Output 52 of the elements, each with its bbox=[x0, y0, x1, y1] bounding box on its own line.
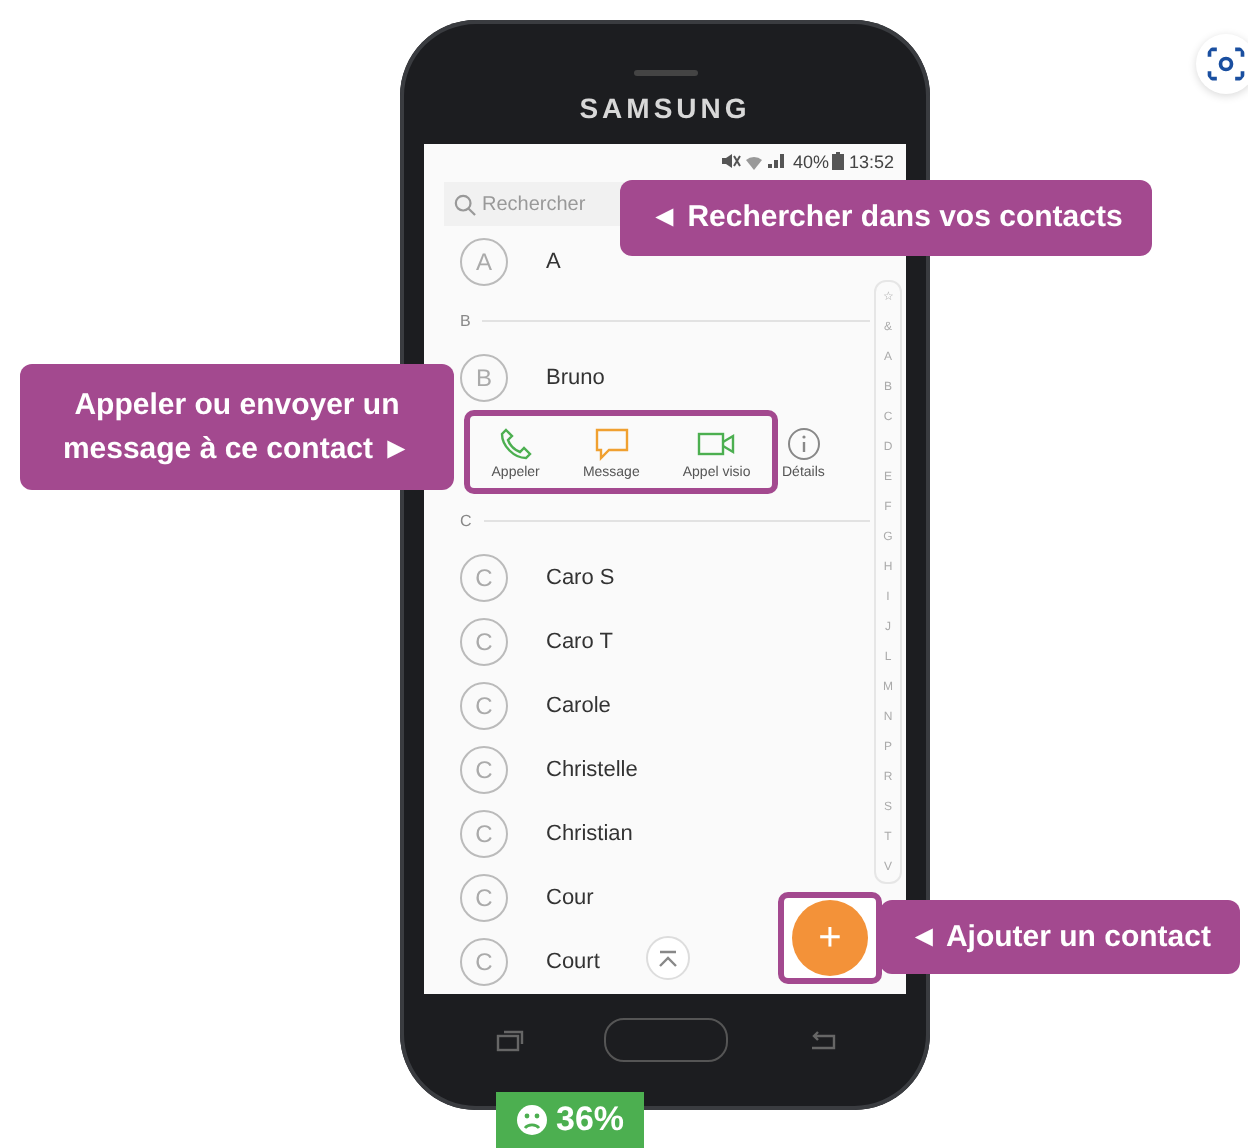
section-header: B bbox=[460, 311, 471, 329]
avatar-circle: C bbox=[460, 874, 508, 922]
search-field[interactable]: Rechercher bbox=[444, 182, 624, 226]
sad-face-icon bbox=[515, 1104, 548, 1136]
avatar-circle: C bbox=[460, 810, 508, 858]
contact-item[interactable]: C Caro T bbox=[460, 610, 625, 674]
clock: 13:52 bbox=[848, 151, 894, 171]
home-button[interactable] bbox=[604, 1018, 728, 1062]
avatar-circle: C bbox=[460, 746, 508, 794]
speaker-icon bbox=[633, 70, 697, 76]
status-icons bbox=[720, 152, 789, 170]
contact-item[interactable]: A A bbox=[460, 230, 573, 294]
contact-name: A bbox=[546, 250, 561, 274]
info-icon bbox=[785, 425, 822, 461]
contact-item[interactable]: C Court bbox=[460, 930, 612, 994]
avatar-circle: C bbox=[460, 938, 508, 986]
avatar-circle: B bbox=[460, 354, 508, 402]
contact-name: Caro T bbox=[546, 630, 613, 654]
scroll-to-top-button[interactable] bbox=[646, 936, 690, 980]
screen-capture-icon[interactable] bbox=[1196, 34, 1248, 94]
contact-item[interactable]: C Cour bbox=[460, 866, 606, 930]
contact-item[interactable]: B Bruno bbox=[460, 346, 617, 410]
avatar-circle: C bbox=[460, 554, 508, 602]
contact-name: Carole bbox=[546, 694, 611, 718]
section-header: C bbox=[460, 511, 472, 529]
back-icon[interactable] bbox=[808, 1029, 840, 1051]
recent-apps-icon[interactable] bbox=[496, 1029, 524, 1051]
contact-item[interactable]: C Christelle bbox=[460, 738, 650, 802]
add-contact-button[interactable]: + bbox=[792, 900, 868, 976]
avatar-circle: C bbox=[460, 682, 508, 730]
callout-label: ◄ Ajouter un contact bbox=[880, 900, 1240, 974]
score-badge: 36% bbox=[496, 1092, 644, 1148]
chevron-up-icon bbox=[658, 949, 678, 967]
contact-item[interactable]: C Christian bbox=[460, 802, 645, 866]
contact-name: Caro S bbox=[546, 566, 615, 590]
contact-name: Christelle bbox=[546, 758, 638, 782]
battery-level: 40% bbox=[792, 151, 829, 171]
contact-name: Cour bbox=[546, 886, 594, 910]
battery-icon bbox=[832, 152, 845, 170]
contact-item[interactable]: C Caro S bbox=[460, 546, 627, 610]
callout-label: Appeler ou envoyer un message à ce contact ► bbox=[20, 364, 454, 490]
contact-name: Court bbox=[546, 950, 600, 974]
search-icon bbox=[454, 194, 476, 216]
contact-name: Christian bbox=[546, 822, 633, 846]
contact-name: Bruno bbox=[546, 366, 605, 390]
avatar-circle: A bbox=[460, 238, 508, 286]
contact-item[interactable]: C Carole bbox=[460, 674, 623, 738]
phone-icon bbox=[497, 425, 534, 461]
avatar-circle: C bbox=[460, 618, 508, 666]
chat-bubble-icon bbox=[593, 425, 630, 461]
callout-label: ◄ Rechercher dans vos contacts bbox=[620, 180, 1152, 256]
brand-logo: SAMSUNG bbox=[579, 92, 751, 124]
